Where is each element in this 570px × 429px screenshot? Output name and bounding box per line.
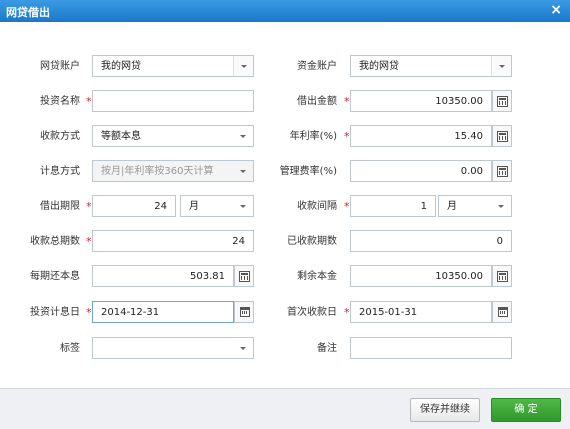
label-remaining-principal: 剩余本金 <box>297 271 337 282</box>
label-management-fee-rate: 管理费率(%) <box>279 166 337 177</box>
interest-start-date-input[interactable]: 2014-12-31 <box>92 301 234 323</box>
repayment-method-select[interactable]: 等额本息 <box>92 125 254 147</box>
annual-rate-input[interactable]: 15.40 <box>350 125 492 147</box>
investment-name-input[interactable] <box>92 90 254 112</box>
label-remark: 备注 <box>317 343 337 354</box>
lend-amount-input[interactable]: 10350.00 <box>350 90 492 112</box>
save-continue-button[interactable]: 保存并继续 <box>410 398 480 422</box>
calculator-icon[interactable] <box>234 265 254 287</box>
loan-account-select[interactable]: 我的网贷 <box>92 55 254 77</box>
label-interest-start-date: 投资计息日 <box>30 307 80 318</box>
calculator-icon[interactable] <box>492 160 512 182</box>
lend-term-input[interactable]: 24 <box>92 195 176 217</box>
label-received-periods: 已收款期数 <box>287 236 337 247</box>
label-repayment-interval: 收款间隔 <box>297 201 337 212</box>
remark-input[interactable] <box>350 337 512 359</box>
tag-select[interactable] <box>92 337 254 359</box>
loan-form: 网贷账户 我的网贷 资金账户 我的网贷 投资名称 * 借出金额 * 10350.… <box>0 22 570 388</box>
required-mark: * <box>344 200 350 213</box>
fund-account-value: 我的网贷 <box>359 61 399 72</box>
chevron-down-icon[interactable] <box>233 56 253 76</box>
label-tag: 标签 <box>60 343 80 354</box>
required-mark: * <box>344 95 350 108</box>
calendar-icon[interactable] <box>492 301 512 323</box>
required-mark: * <box>344 130 350 143</box>
dialog-title: 网贷借出 <box>6 6 50 19</box>
calculator-icon[interactable] <box>492 90 512 112</box>
label-repayment-method: 收款方式 <box>40 131 80 142</box>
loan-account-value: 我的网贷 <box>101 61 141 72</box>
label-investment-name: 投资名称 <box>40 96 80 107</box>
label-periodic-repayment: 每期还本息 <box>30 271 80 282</box>
received-periods-input[interactable]: 0 <box>350 230 512 252</box>
chevron-down-icon[interactable] <box>233 196 253 216</box>
chevron-down-icon[interactable] <box>491 56 511 76</box>
repayment-interval-input[interactable]: 1 <box>350 195 436 217</box>
calculator-icon[interactable] <box>492 265 512 287</box>
periodic-repayment-input[interactable]: 503.81 <box>92 265 234 287</box>
required-mark: * <box>86 235 92 248</box>
lend-term-unit-select[interactable]: 月 <box>180 195 254 217</box>
dialog-titlebar: 网贷借出 × <box>0 0 570 22</box>
label-total-periods: 收款总期数 <box>30 236 80 247</box>
calculator-icon[interactable] <box>492 125 512 147</box>
required-mark: * <box>344 306 350 319</box>
label-fund-account: 资金账户 <box>297 61 337 72</box>
remaining-principal-input[interactable]: 10350.00 <box>350 265 492 287</box>
first-repayment-date-input[interactable]: 2015-01-31 <box>350 301 492 323</box>
total-periods-input[interactable]: 24 <box>92 230 254 252</box>
interest-method-select: 按月|年利率按360天计算 <box>92 160 254 182</box>
chevron-down-icon[interactable] <box>233 338 253 358</box>
fund-account-select[interactable]: 我的网贷 <box>350 55 512 77</box>
chevron-down-icon <box>233 161 253 181</box>
chevron-down-icon[interactable] <box>491 196 511 216</box>
required-mark: * <box>86 95 92 108</box>
label-lend-term: 借出期限 <box>40 201 80 212</box>
chevron-down-icon[interactable] <box>233 126 253 146</box>
calendar-icon[interactable] <box>234 301 254 323</box>
close-icon[interactable]: × <box>550 2 562 18</box>
dialog-footer: 保存并继续 确 定 <box>0 388 570 429</box>
required-mark: * <box>86 306 92 319</box>
label-first-repayment-date: 首次收款日 <box>287 307 337 318</box>
confirm-button[interactable]: 确 定 <box>491 398 561 422</box>
label-interest-method: 计息方式 <box>40 166 80 177</box>
label-annual-rate: 年利率(%) <box>289 131 337 142</box>
required-mark: * <box>86 200 92 213</box>
label-loan-account: 网贷账户 <box>40 61 80 72</box>
repayment-interval-unit-select[interactable]: 月 <box>438 195 512 217</box>
label-lend-amount: 借出金额 <box>297 96 337 107</box>
management-fee-rate-input[interactable]: 0.00 <box>350 160 492 182</box>
